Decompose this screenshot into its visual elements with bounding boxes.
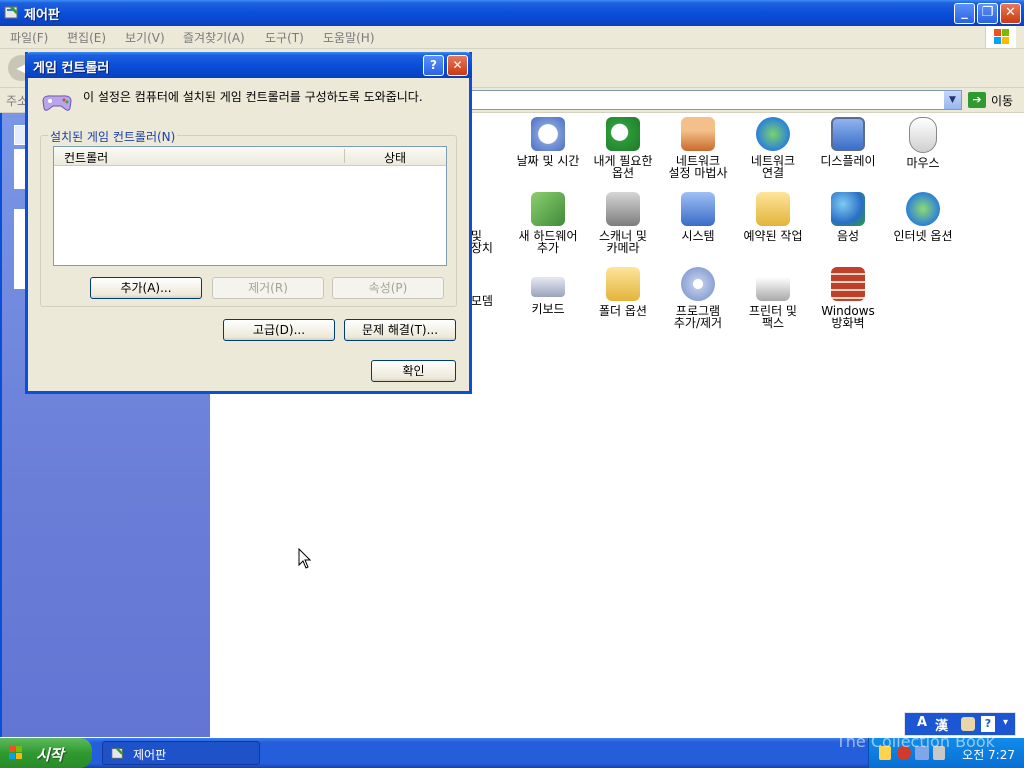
go-arrow-icon[interactable]: ➔ bbox=[968, 92, 986, 108]
control-panel-item[interactable]: 폴더 옵션 bbox=[583, 267, 663, 317]
list-header: 컨트롤러 상태 bbox=[54, 147, 446, 166]
input-mode-a[interactable]: A bbox=[917, 715, 927, 730]
go-button[interactable]: 이동 bbox=[991, 92, 1013, 109]
menu-view[interactable]: 보기(V) bbox=[125, 29, 165, 46]
display-icon bbox=[831, 117, 865, 151]
remove-button[interactable]: 제거(R) bbox=[212, 277, 324, 299]
troubleshoot-button[interactable]: 문제 해결(T)... bbox=[344, 319, 456, 341]
menu-favorites[interactable]: 즐겨찾기(A) bbox=[183, 29, 245, 46]
menu-file[interactable]: 파일(F) bbox=[10, 29, 48, 46]
installed-controllers-label: 설치된 게임 컨트롤러(N) bbox=[48, 128, 178, 145]
minimize-button[interactable]: _ bbox=[954, 3, 975, 24]
dialog-close-button[interactable]: ✕ bbox=[447, 55, 468, 76]
help-button[interactable]: ? bbox=[423, 55, 444, 76]
control-panel-item[interactable]: Windows 방화벽 bbox=[808, 267, 888, 329]
add-remove-programs-icon bbox=[681, 267, 715, 301]
internet-options-icon bbox=[906, 192, 940, 226]
speech-icon bbox=[831, 192, 865, 226]
ime-tool-icon[interactable] bbox=[961, 717, 975, 731]
langbar-options-icon[interactable]: ▾ bbox=[1003, 717, 1008, 728]
game-controllers-dialog: 게임 컨트롤러 ? ✕ 이 설정은 컴퓨터에 설치된 게임 컨트롤러를 구성하도… bbox=[25, 52, 472, 394]
control-panel-item[interactable]: 프린터 및 팩스 bbox=[733, 267, 813, 329]
control-panel-icon bbox=[111, 747, 124, 759]
address-input[interactable]: ▼ bbox=[470, 90, 962, 110]
controller-list[interactable]: 컨트롤러 상태 bbox=[53, 146, 447, 266]
accessibility-icon bbox=[606, 117, 640, 151]
windows-logo-icon bbox=[985, 26, 1016, 48]
column-divider[interactable] bbox=[344, 149, 345, 163]
column-header-status[interactable]: 상태 bbox=[384, 149, 406, 166]
control-panel-item[interactable]: 인터넷 옵션 bbox=[883, 192, 963, 242]
dialog-title: 게임 컨트롤러 bbox=[33, 61, 110, 76]
system-icon bbox=[681, 192, 715, 226]
menu-tools[interactable]: 도구(T) bbox=[265, 29, 304, 46]
mouse-icon bbox=[909, 117, 937, 153]
close-button[interactable]: ✕ bbox=[1000, 3, 1021, 24]
ok-button[interactable]: 확인 bbox=[371, 360, 456, 382]
menu-bar: 파일(F) 편집(E) 보기(V) 즐겨찾기(A) 도구(T) 도움말(H) bbox=[0, 26, 1024, 49]
start-button[interactable]: 시작 bbox=[0, 738, 92, 768]
advanced-button[interactable]: 고급(D)... bbox=[223, 319, 335, 341]
column-header-controller[interactable]: 컨트롤러 bbox=[64, 149, 108, 166]
folder-options-icon bbox=[606, 267, 640, 301]
scanner-camera-icon bbox=[606, 192, 640, 226]
control-panel-item[interactable]: 프로그램 추가/제거 bbox=[658, 267, 738, 329]
printers-faxes-icon bbox=[756, 267, 790, 301]
control-panel-item[interactable]: 키보드 bbox=[508, 267, 588, 315]
network-wizard-icon bbox=[681, 117, 715, 151]
control-panel-item[interactable]: 마우스 bbox=[883, 117, 963, 169]
mouse-cursor-icon bbox=[298, 548, 312, 569]
taskbar-item-control-panel[interactable]: 제어판 bbox=[102, 741, 260, 765]
control-panel-item[interactable]: 디스플레이 bbox=[808, 117, 888, 167]
control-panel-item[interactable]: 네트워크 연결 bbox=[733, 117, 813, 179]
control-panel-item[interactable]: 시스템 bbox=[658, 192, 738, 242]
chevron-down-icon[interactable]: ▼ bbox=[944, 91, 961, 109]
add-button[interactable]: 추가(A)... bbox=[90, 277, 202, 299]
control-panel-item[interactable]: 내게 필요한 옵션 bbox=[583, 117, 663, 179]
control-panel-item[interactable]: 스캐너 및 카메라 bbox=[583, 192, 663, 254]
start-label: 시작 bbox=[36, 746, 64, 764]
control-panel-item[interactable]: 음성 bbox=[808, 192, 888, 242]
firewall-icon bbox=[831, 267, 865, 301]
control-panel-item[interactable]: 새 하드웨어 추가 bbox=[508, 192, 588, 254]
menu-help[interactable]: 도움말(H) bbox=[323, 29, 375, 46]
restore-button[interactable]: ❐ bbox=[977, 3, 998, 24]
intro-text: 이 설정은 컴퓨터에 설치된 게임 컨트롤러를 구성하도록 도와줍니다. bbox=[83, 90, 423, 104]
watermark-text: The Collection Book bbox=[836, 732, 995, 751]
control-panel-item[interactable]: 네트워크 설정 마법사 bbox=[658, 117, 738, 179]
taskbar-item-label: 제어판 bbox=[133, 748, 167, 762]
add-hardware-icon bbox=[531, 192, 565, 226]
window-title: 제어판 bbox=[24, 8, 60, 23]
control-panel-icon bbox=[4, 6, 18, 19]
windows-flag-icon bbox=[9, 746, 22, 759]
menu-edit[interactable]: 편집(E) bbox=[67, 29, 106, 46]
dialog-titlebar[interactable]: 게임 컨트롤러 ? ✕ bbox=[25, 52, 472, 78]
control-panel-item[interactable]: 예약된 작업 bbox=[733, 192, 813, 242]
main-titlebar[interactable]: 제어판 _ ❐ ✕ bbox=[0, 0, 1024, 26]
properties-button[interactable]: 속성(P) bbox=[332, 277, 444, 299]
ime-help-icon[interactable]: ? bbox=[981, 716, 995, 732]
date-time-icon bbox=[531, 117, 565, 151]
network-connections-icon bbox=[756, 117, 790, 151]
gamepad-icon bbox=[42, 95, 72, 111]
control-panel-item[interactable]: 날짜 및 시간 bbox=[508, 117, 588, 167]
scheduled-tasks-icon bbox=[756, 192, 790, 226]
keyboard-icon bbox=[531, 277, 565, 297]
